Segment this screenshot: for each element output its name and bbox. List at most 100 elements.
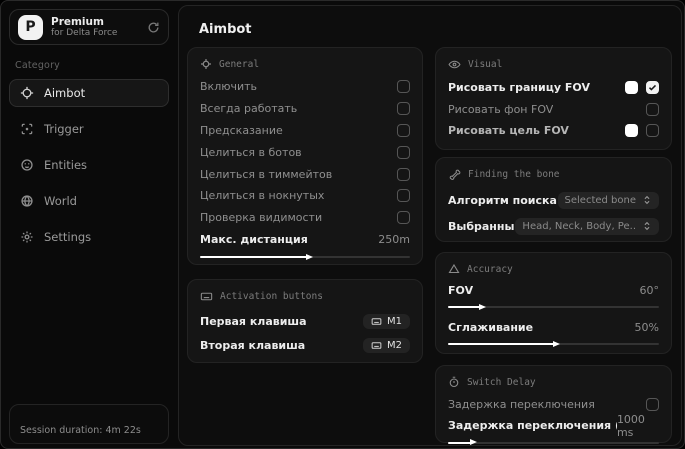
panel-header-label: Activation buttons xyxy=(220,291,323,302)
globe-icon xyxy=(20,194,34,208)
prediction-checkbox[interactable] xyxy=(397,123,410,137)
premium-box: P Premium for Delta Force xyxy=(9,9,169,45)
sidebar-item-label: World xyxy=(44,194,77,208)
switch-delay-label: Задержка переключения xyxy=(448,398,595,412)
app-window: P Premium for Delta Force Category Aimbo… xyxy=(0,0,685,449)
bone-algorithm-select[interactable]: Selected bone xyxy=(557,191,659,209)
aim-knocked-checkbox[interactable] xyxy=(397,189,410,203)
max-distance-value: 250m xyxy=(378,232,410,246)
setting-label: Целиться в нокнутых xyxy=(200,189,325,203)
smoothing-slider[interactable] xyxy=(448,340,659,347)
draw-fov-background-checkbox[interactable] xyxy=(646,102,659,116)
refresh-icon[interactable] xyxy=(147,21,160,34)
sidebar-item-aimbot[interactable]: Aimbot xyxy=(9,79,169,107)
visual-label: Рисовать границу FOV xyxy=(448,81,590,95)
panel-header-label: Accuracy xyxy=(467,263,513,275)
visual-row: Рисовать фон FOV xyxy=(448,99,659,121)
setting-label: Целиться в тиммейтов xyxy=(200,167,333,181)
fov-value: 60° xyxy=(639,284,660,297)
crosshair-icon xyxy=(20,86,34,100)
keybind-label: Первая клавиша xyxy=(200,314,307,328)
visual-label: Рисовать цель FOV xyxy=(448,124,569,138)
keybind-value: M1 xyxy=(387,315,402,327)
sidebar-item-label: Aimbot xyxy=(44,86,86,100)
selected-value: Selected bone xyxy=(564,194,636,206)
switch-delay-checkbox[interactable] xyxy=(646,398,659,412)
setting-label: Макс. дистанция xyxy=(200,232,308,246)
switch-delay-slider[interactable] xyxy=(448,439,659,446)
visibility-check-checkbox[interactable] xyxy=(397,211,410,225)
panel-header-label: General xyxy=(219,58,260,70)
fov-slider[interactable] xyxy=(448,303,659,310)
category-label: Category xyxy=(15,60,60,71)
unfold-icon xyxy=(642,195,652,205)
keyboard-icon xyxy=(371,340,382,351)
visual-panel: Visual Рисовать границу FOV Рисовать фон… xyxy=(435,47,672,150)
switch-delay-ms-value: 1000 ms xyxy=(616,412,645,439)
smoothing-value: 50% xyxy=(634,321,659,334)
visual-row: Рисовать границу FOV xyxy=(448,77,659,99)
panel-header-label: Switch Delay xyxy=(467,376,536,388)
app-logo: P xyxy=(18,14,43,40)
keyboard-icon xyxy=(200,290,213,303)
session-duration-label: Session duration: 4m 22s xyxy=(20,425,141,436)
session-duration-box: Session duration: 4m 22s xyxy=(9,404,169,444)
visual-row: Рисовать цель FOV xyxy=(448,120,659,142)
selected-bones-select[interactable]: Head, Neck, Body, Pe.. xyxy=(515,217,659,235)
check-icon xyxy=(648,85,657,91)
setting-label: Всегда работать xyxy=(200,102,298,116)
bone-label: Алгоритм поиска кост xyxy=(448,193,558,207)
setting-row: Целиться в тиммейтов xyxy=(200,163,410,185)
always-work-checkbox[interactable] xyxy=(397,102,410,116)
bone-icon xyxy=(448,168,461,181)
setting-row: Включить xyxy=(200,76,410,98)
draw-fov-target-checkbox[interactable] xyxy=(646,124,659,138)
panel-header-label: Finding the bone xyxy=(468,169,560,180)
second-key-button[interactable]: M2 xyxy=(363,337,410,353)
fov-label: FOV xyxy=(448,284,474,297)
target-icon xyxy=(200,58,212,70)
slider-row: FOV 60° xyxy=(448,281,659,300)
accuracy-panel: Accuracy FOV 60° Сглаживание 50% xyxy=(435,252,672,354)
setting-row: Предсказание xyxy=(200,120,410,142)
gear-icon xyxy=(20,230,34,244)
max-distance-slider[interactable] xyxy=(200,253,410,260)
sidebar-item-world[interactable]: World xyxy=(9,187,169,215)
aim-bots-checkbox[interactable] xyxy=(397,145,410,159)
switch-delay-ms-label: Задержка переключения (мс) xyxy=(448,419,617,432)
general-panel: General Включить Всегда работать Предска… xyxy=(187,47,423,265)
stopwatch-icon xyxy=(448,376,460,388)
bone-row: Алгоритм поиска кост Selected bone xyxy=(448,187,659,213)
eye-icon xyxy=(448,58,461,71)
page-title: Aimbot xyxy=(199,22,252,37)
selected-value: Head, Neck, Body, Pe.. xyxy=(522,220,636,232)
switch-delay-panel: Switch Delay Задержка переключения Задер… xyxy=(435,365,672,446)
first-key-button[interactable]: M1 xyxy=(363,313,410,329)
enable-checkbox[interactable] xyxy=(397,80,410,94)
slider-row: Задержка переключения (мс) 1000 ms xyxy=(448,412,659,439)
setting-row: Целиться в ботов xyxy=(200,141,410,163)
setting-row: Проверка видимости xyxy=(200,207,410,229)
setting-label: Целиться в ботов xyxy=(200,145,302,159)
aim-teammates-checkbox[interactable] xyxy=(397,167,410,181)
draw-fov-border-checkbox[interactable] xyxy=(646,81,659,95)
sidebar-item-entities[interactable]: Entities xyxy=(9,151,169,179)
setting-label: Включить xyxy=(200,80,258,94)
triangle-icon xyxy=(448,263,460,275)
sidebar-item-trigger[interactable]: Trigger xyxy=(9,115,169,143)
keybind-row: Первая клавиша M1 xyxy=(200,309,410,333)
keybind-label: Вторая клавиша xyxy=(200,338,306,352)
keybind-row: Вторая клавиша M2 xyxy=(200,333,410,357)
entities-icon xyxy=(20,158,34,172)
slider-row: Сглаживание 50% xyxy=(448,318,659,337)
main-content: Aimbot General Включить Всегда работать xyxy=(178,5,682,446)
sidebar-item-settings[interactable]: Settings xyxy=(9,223,169,251)
fov-border-color-swatch[interactable] xyxy=(625,81,638,95)
premium-title: Premium xyxy=(51,15,104,28)
sidebar-item-label: Trigger xyxy=(44,122,84,136)
panel-header-label: Visual xyxy=(468,59,503,70)
bone-row: Выбранные кос Head, Neck, Body, Pe.. xyxy=(448,213,659,239)
fov-target-color-swatch[interactable] xyxy=(625,124,638,138)
sidebar-item-label: Settings xyxy=(44,230,92,244)
activation-buttons-panel: Activation buttons Первая клавиша M1 Вто… xyxy=(187,279,423,363)
